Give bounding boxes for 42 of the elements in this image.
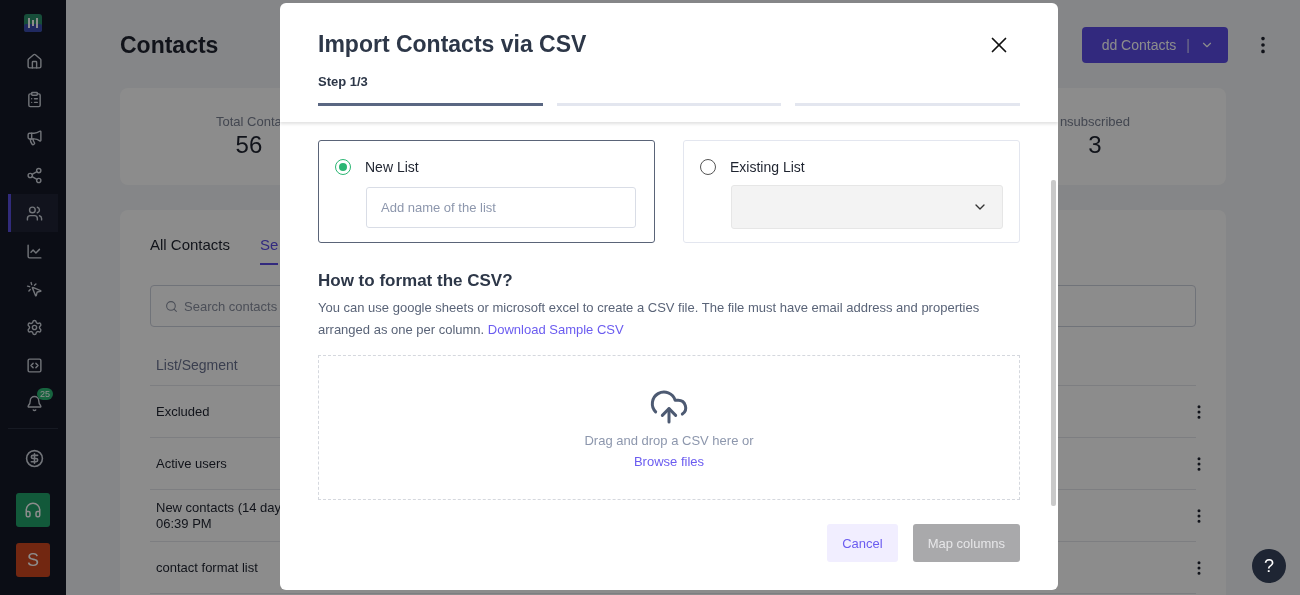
stat-value: 56 (235, 131, 263, 159)
file-dropzone[interactable]: Drag and drop a CSV here or Browse files (318, 355, 1020, 500)
stat-label: nsubscribed (1059, 114, 1130, 129)
browse-files-link[interactable]: Browse files (633, 453, 705, 469)
dialog-title: Import Contacts via CSV (318, 31, 587, 58)
table-cell: New contacts (14 day 06:39 PM (156, 499, 281, 532)
help-button[interactable]: ? (1252, 549, 1286, 583)
clipboard-icon (26, 90, 43, 108)
page-title: Contacts (120, 31, 219, 59)
stat-value: 3 (1088, 131, 1102, 159)
dollar-icon (25, 448, 44, 468)
megaphone-icon (26, 128, 43, 146)
add-contacts-button[interactable]: dd Contacts | (1081, 27, 1228, 63)
tab[interactable]: Se (260, 236, 279, 265)
notification-badge: 25 (37, 388, 53, 400)
option-label: New List (365, 159, 419, 175)
step-label: Step 1/3 (318, 74, 369, 89)
headphones-icon (24, 501, 42, 519)
search-icon (165, 299, 178, 313)
logo-icon[interactable] (24, 14, 42, 32)
code-icon (26, 356, 43, 374)
section-heading: How to format the CSV? (318, 271, 514, 291)
line-chart-icon (26, 242, 43, 260)
share-icon (26, 166, 43, 184)
scrollbar[interactable] (1051, 180, 1056, 506)
table-cell: Active users (156, 455, 227, 472)
list-name-field[interactable]: Add name of the list (366, 187, 636, 228)
user-avatar[interactable]: S (16, 543, 50, 577)
users-icon (26, 204, 43, 222)
home-icon (26, 52, 43, 70)
list-option-card[interactable]: Existing List (683, 140, 1020, 243)
support-button[interactable] (16, 493, 50, 527)
cursor-click-icon (26, 280, 43, 298)
dialog-button[interactable]: Cancel (827, 524, 898, 562)
table-cell: contact format list (156, 559, 258, 576)
settings-icon (26, 318, 43, 336)
option-label: Existing List (730, 159, 805, 175)
dropzone-text: Drag and drop a CSV here or (584, 432, 754, 448)
table-cell: Excluded (156, 403, 210, 420)
tab[interactable]: All Contacts (150, 236, 231, 265)
nav-item[interactable] (8, 194, 58, 232)
list-option-card[interactable]: New List Add name of the list (318, 140, 655, 243)
